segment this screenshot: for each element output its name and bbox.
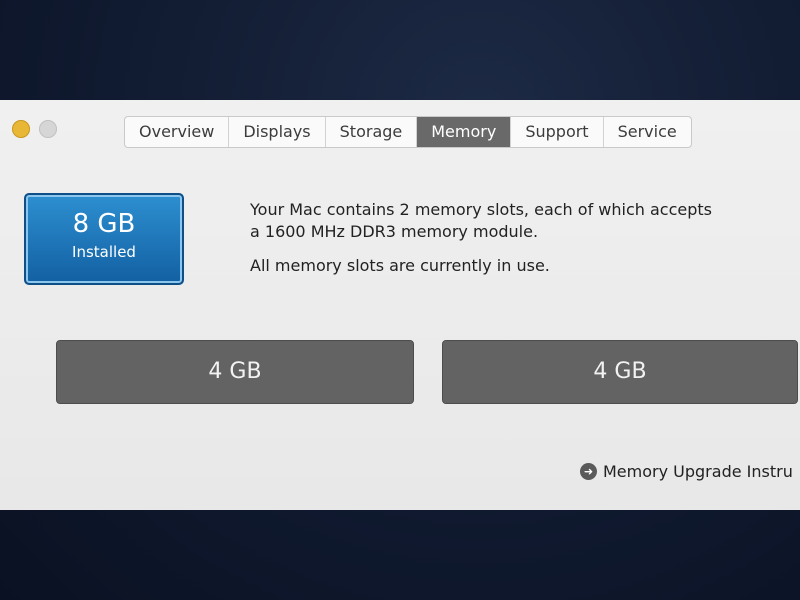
minimize-button[interactable] [12,120,30,138]
memory-upgrade-link-label: Memory Upgrade Instru [603,462,793,481]
memory-slot-2: 4 GB [442,340,798,404]
memory-module-description: a 1600 MHz DDR3 memory module. [250,222,539,241]
installed-memory-badge: 8 GB Installed [24,193,184,285]
tab-service[interactable]: Service [604,117,691,147]
memory-upgrade-instructions-link[interactable]: ➜ Memory Upgrade Instru [580,462,793,481]
tab-support[interactable]: Support [511,117,604,147]
tab-memory[interactable]: Memory [417,117,512,147]
installed-memory-label: Installed [72,243,136,261]
arrow-circle-right-icon: ➜ [580,463,597,480]
memory-slots-status: All memory slots are currently in use. [250,256,550,275]
memory-slots-description: Your Mac contains 2 memory slots, each o… [250,200,712,219]
installed-memory-size: 8 GB [72,209,136,239]
zoom-button[interactable] [39,120,57,138]
tab-overview[interactable]: Overview [125,117,230,147]
memory-slot-1: 4 GB [56,340,414,404]
tab-displays[interactable]: Displays [229,117,326,147]
memory-info-text: Your Mac contains 2 memory slots, each o… [250,199,770,277]
tab-storage[interactable]: Storage [326,117,418,147]
window-controls [12,120,57,138]
about-this-mac-window: Overview Displays Storage Memory Support… [0,100,800,510]
tab-bar: Overview Displays Storage Memory Support… [124,116,692,148]
